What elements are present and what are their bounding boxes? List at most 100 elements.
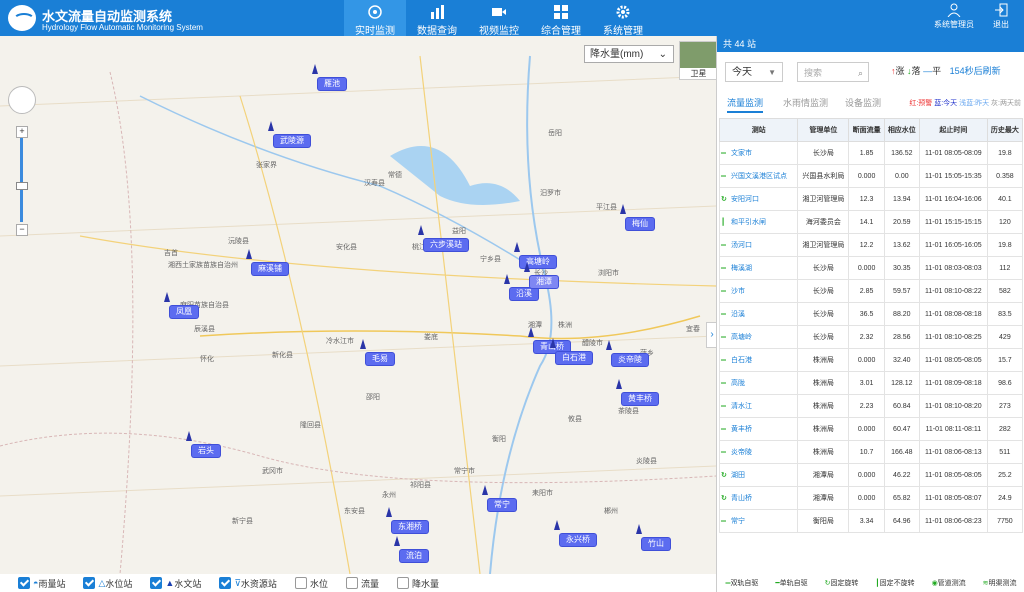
station-name[interactable]: 安阳河口 xyxy=(731,196,759,203)
station-marker[interactable]: 永兴桥 xyxy=(554,520,596,546)
table-row[interactable]: ═ 常宁 衡阳局 3.34 64.96 11-01 08:06-08:23 7750 xyxy=(718,509,1024,533)
station-marker[interactable]: 毛易 xyxy=(360,339,394,365)
cell-unit: 株洲局 xyxy=(797,394,850,418)
station-marker[interactable]: 梅仙 xyxy=(620,204,654,230)
table-row[interactable]: ═ 沙市 长沙局 2.85 59.57 11-01 08:10-08:22 582 xyxy=(718,279,1024,303)
nav-realtime[interactable]: 实时监测 xyxy=(344,0,406,37)
table-row[interactable]: ═ 文家市 长沙局 1.85 136.52 11-01 08:05-08:09 19.8 xyxy=(718,141,1024,165)
table-row[interactable]: ═ 高塘岭 长沙局 2.32 28.56 11-01 08:10-08:25 429 xyxy=(718,325,1024,349)
user-menu[interactable]: 系统管理员 xyxy=(932,3,976,30)
table-row[interactable]: ┃ 和平引水闸 海河委员会 14.1 20.59 11-01 15:15-15:15 120 xyxy=(718,210,1024,234)
layer-hydro[interactable]: ▲ 水文站 xyxy=(150,577,201,590)
checkbox[interactable] xyxy=(18,577,30,589)
station-name[interactable]: 高塘岭 xyxy=(731,334,752,341)
pan-control[interactable] xyxy=(8,86,36,114)
station-name[interactable]: 黄丰桥 xyxy=(731,426,752,433)
zoom-track[interactable] xyxy=(20,138,23,222)
station-marker[interactable]: 湘潭 xyxy=(524,262,558,288)
panel-collapse-button[interactable]: › xyxy=(706,322,716,348)
col-max[interactable]: 历史最大 xyxy=(986,118,1024,142)
trend-flat-label: 平 xyxy=(932,66,942,76)
station-name[interactable]: 汤河口 xyxy=(731,242,752,249)
table-row[interactable]: ═ 沿溪 长沙局 36.5 88.20 11-01 08:08-08:18 83.5 xyxy=(718,302,1024,326)
sensor-type-icon: ═ xyxy=(721,311,726,318)
col-station[interactable]: 测站 xyxy=(718,118,799,142)
variable-select[interactable]: 降水量(mm) ⌄ xyxy=(584,45,674,63)
table-row[interactable]: ═ 汤河口 湘卫河管理局 12.2 13.62 11-01 16:05-16:05 19.8 xyxy=(718,233,1024,257)
table-row[interactable]: ═ 梅溪湖 长沙局 0.000 30.35 11-01 08:03-08:03 112 xyxy=(718,256,1024,280)
map-view[interactable]: 张家界 常德 岳阳 益阳 宁乡县 长沙 湘潭 株洲 娄底 邵阳 衡阳 永州 萍乡… xyxy=(0,36,716,574)
tab-rain-water[interactable]: 水雨情监测 xyxy=(783,96,828,109)
zoom-out-button[interactable]: − xyxy=(16,224,28,236)
table-row[interactable]: ↻ 湖田 湘潭局 0.000 46.22 11-01 08:05-08:05 25.2 xyxy=(718,463,1024,487)
station-marker[interactable]: 黄丰桥 xyxy=(616,379,658,405)
layer-waterres[interactable]: ⊽ 水资源站 xyxy=(219,577,277,590)
station-name[interactable]: 青山桥 xyxy=(731,495,752,502)
layer-rain[interactable]: ◓ 雨量站 xyxy=(18,577,65,590)
station-name[interactable]: 常宁 xyxy=(731,518,745,525)
station-marker[interactable]: 竹山 xyxy=(636,524,670,550)
station-name[interactable]: 清水江 xyxy=(731,403,752,410)
nav-manage[interactable]: 综合管理 xyxy=(530,0,592,37)
station-name[interactable]: 梅溪湖 xyxy=(731,265,752,272)
cell-max: 582 xyxy=(986,279,1024,303)
station-name[interactable]: 沿溪 xyxy=(731,311,745,318)
station-name[interactable]: 和平引水闸 xyxy=(731,219,766,226)
checkbox[interactable] xyxy=(150,577,163,589)
checkbox[interactable] xyxy=(219,577,232,589)
table-row[interactable]: ↻ 安阳河口 湘卫河管理局 12.3 13.94 11-01 16:04-16:06 40.… xyxy=(718,187,1024,211)
station-name[interactable]: 白石港 xyxy=(731,357,752,364)
layer-level[interactable]: 水位 xyxy=(294,577,328,590)
nav-system[interactable]: 系统管理 xyxy=(592,0,654,37)
zoom-in-button[interactable]: + xyxy=(16,126,28,138)
col-time[interactable]: 起止时间 xyxy=(918,118,988,142)
station-name[interactable]: 炎帝陵 xyxy=(731,449,752,456)
logout-button[interactable]: 退出 xyxy=(986,3,1016,30)
station-marker[interactable]: 凤凰 xyxy=(164,292,198,318)
date-filter[interactable]: 今天 ▼ xyxy=(725,62,783,82)
table-row[interactable]: ═ 黄丰桥 株洲局 0.000 60.47 11-01 08:11-08:11 282 xyxy=(718,417,1024,441)
cell-unit: 湘潭局 xyxy=(797,463,850,487)
table-row[interactable]: ═ 炎帝陵 株洲局 10.7 166.48 11-01 08:06-08:13 511 xyxy=(718,440,1024,464)
table-row[interactable]: ═ 清水江 株洲局 2.23 60.84 11-01 08:10-08:20 273 xyxy=(718,394,1024,418)
station-name[interactable]: 高陇 xyxy=(731,380,745,387)
layer-flow[interactable]: 流量 xyxy=(345,577,379,590)
cell-time: 11-01 08:10-08:20 xyxy=(918,394,988,418)
table-row[interactable]: ═ 白石港 株洲局 0.000 32.40 11-01 08:05-08:05 15.7 xyxy=(718,348,1024,372)
tab-device[interactable]: 设备监测 xyxy=(845,96,881,109)
checkbox[interactable] xyxy=(294,577,307,589)
nav-query[interactable]: 数据查询 xyxy=(406,0,468,37)
footer-label: 固定旋转 xyxy=(830,580,859,587)
tab-flow[interactable]: 流量监测 xyxy=(727,96,764,113)
checkbox[interactable] xyxy=(83,577,96,589)
col-unit[interactable]: 管理单位 xyxy=(797,118,850,142)
table-row[interactable]: ↻ 青山桥 湘潭局 0.000 65.82 11-01 08:05-08:07 24.9 xyxy=(718,486,1024,510)
station-marker[interactable]: 六步溪站 xyxy=(418,225,468,251)
station-marker[interactable]: 流泊 xyxy=(394,536,428,562)
table-row[interactable]: ═ 兴国文溪港区试点 兴国县水利局 0.000 0.00 11-01 15:05-15:3… xyxy=(718,164,1024,188)
checkbox[interactable] xyxy=(396,577,409,589)
satellite-toggle[interactable]: 卫星 xyxy=(679,41,716,80)
station-marker[interactable]: 岩头 xyxy=(186,431,220,457)
station-marker[interactable]: 沿溪 xyxy=(504,274,538,300)
station-marker[interactable]: 雁池 xyxy=(312,64,346,90)
layer-precip[interactable]: 降水量 xyxy=(396,577,439,590)
col-flow[interactable]: 断面流量 xyxy=(848,118,885,142)
col-level[interactable]: 相应水位 xyxy=(883,118,920,142)
layer-waterlevel[interactable]: △ 水位站 xyxy=(83,577,132,590)
station-name[interactable]: 沙市 xyxy=(731,288,745,295)
station-marker[interactable]: 炎帝陵 xyxy=(606,340,648,366)
station-marker[interactable]: 白石港 xyxy=(550,338,592,364)
station-marker[interactable]: 东湘桥 xyxy=(386,507,428,533)
station-marker[interactable]: 常宁 xyxy=(482,485,516,511)
station-marker[interactable]: 麻溪铺 xyxy=(246,249,288,275)
table-row[interactable]: ═ 高陇 株洲局 3.01 128.12 11-01 08:09-08:18 98.6 xyxy=(718,371,1024,395)
zoom-slider-thumb[interactable] xyxy=(16,182,28,190)
station-name[interactable]: 文家市 xyxy=(731,150,752,157)
station-name[interactable]: 湖田 xyxy=(731,472,745,479)
station-marker[interactable]: 武陵源 xyxy=(268,121,310,147)
nav-video[interactable]: 视频监控 xyxy=(468,0,530,37)
search-input[interactable]: 搜索 ⌕ xyxy=(797,62,869,82)
station-name[interactable]: 兴国文溪港区试点 xyxy=(731,173,787,180)
checkbox[interactable] xyxy=(345,577,358,589)
